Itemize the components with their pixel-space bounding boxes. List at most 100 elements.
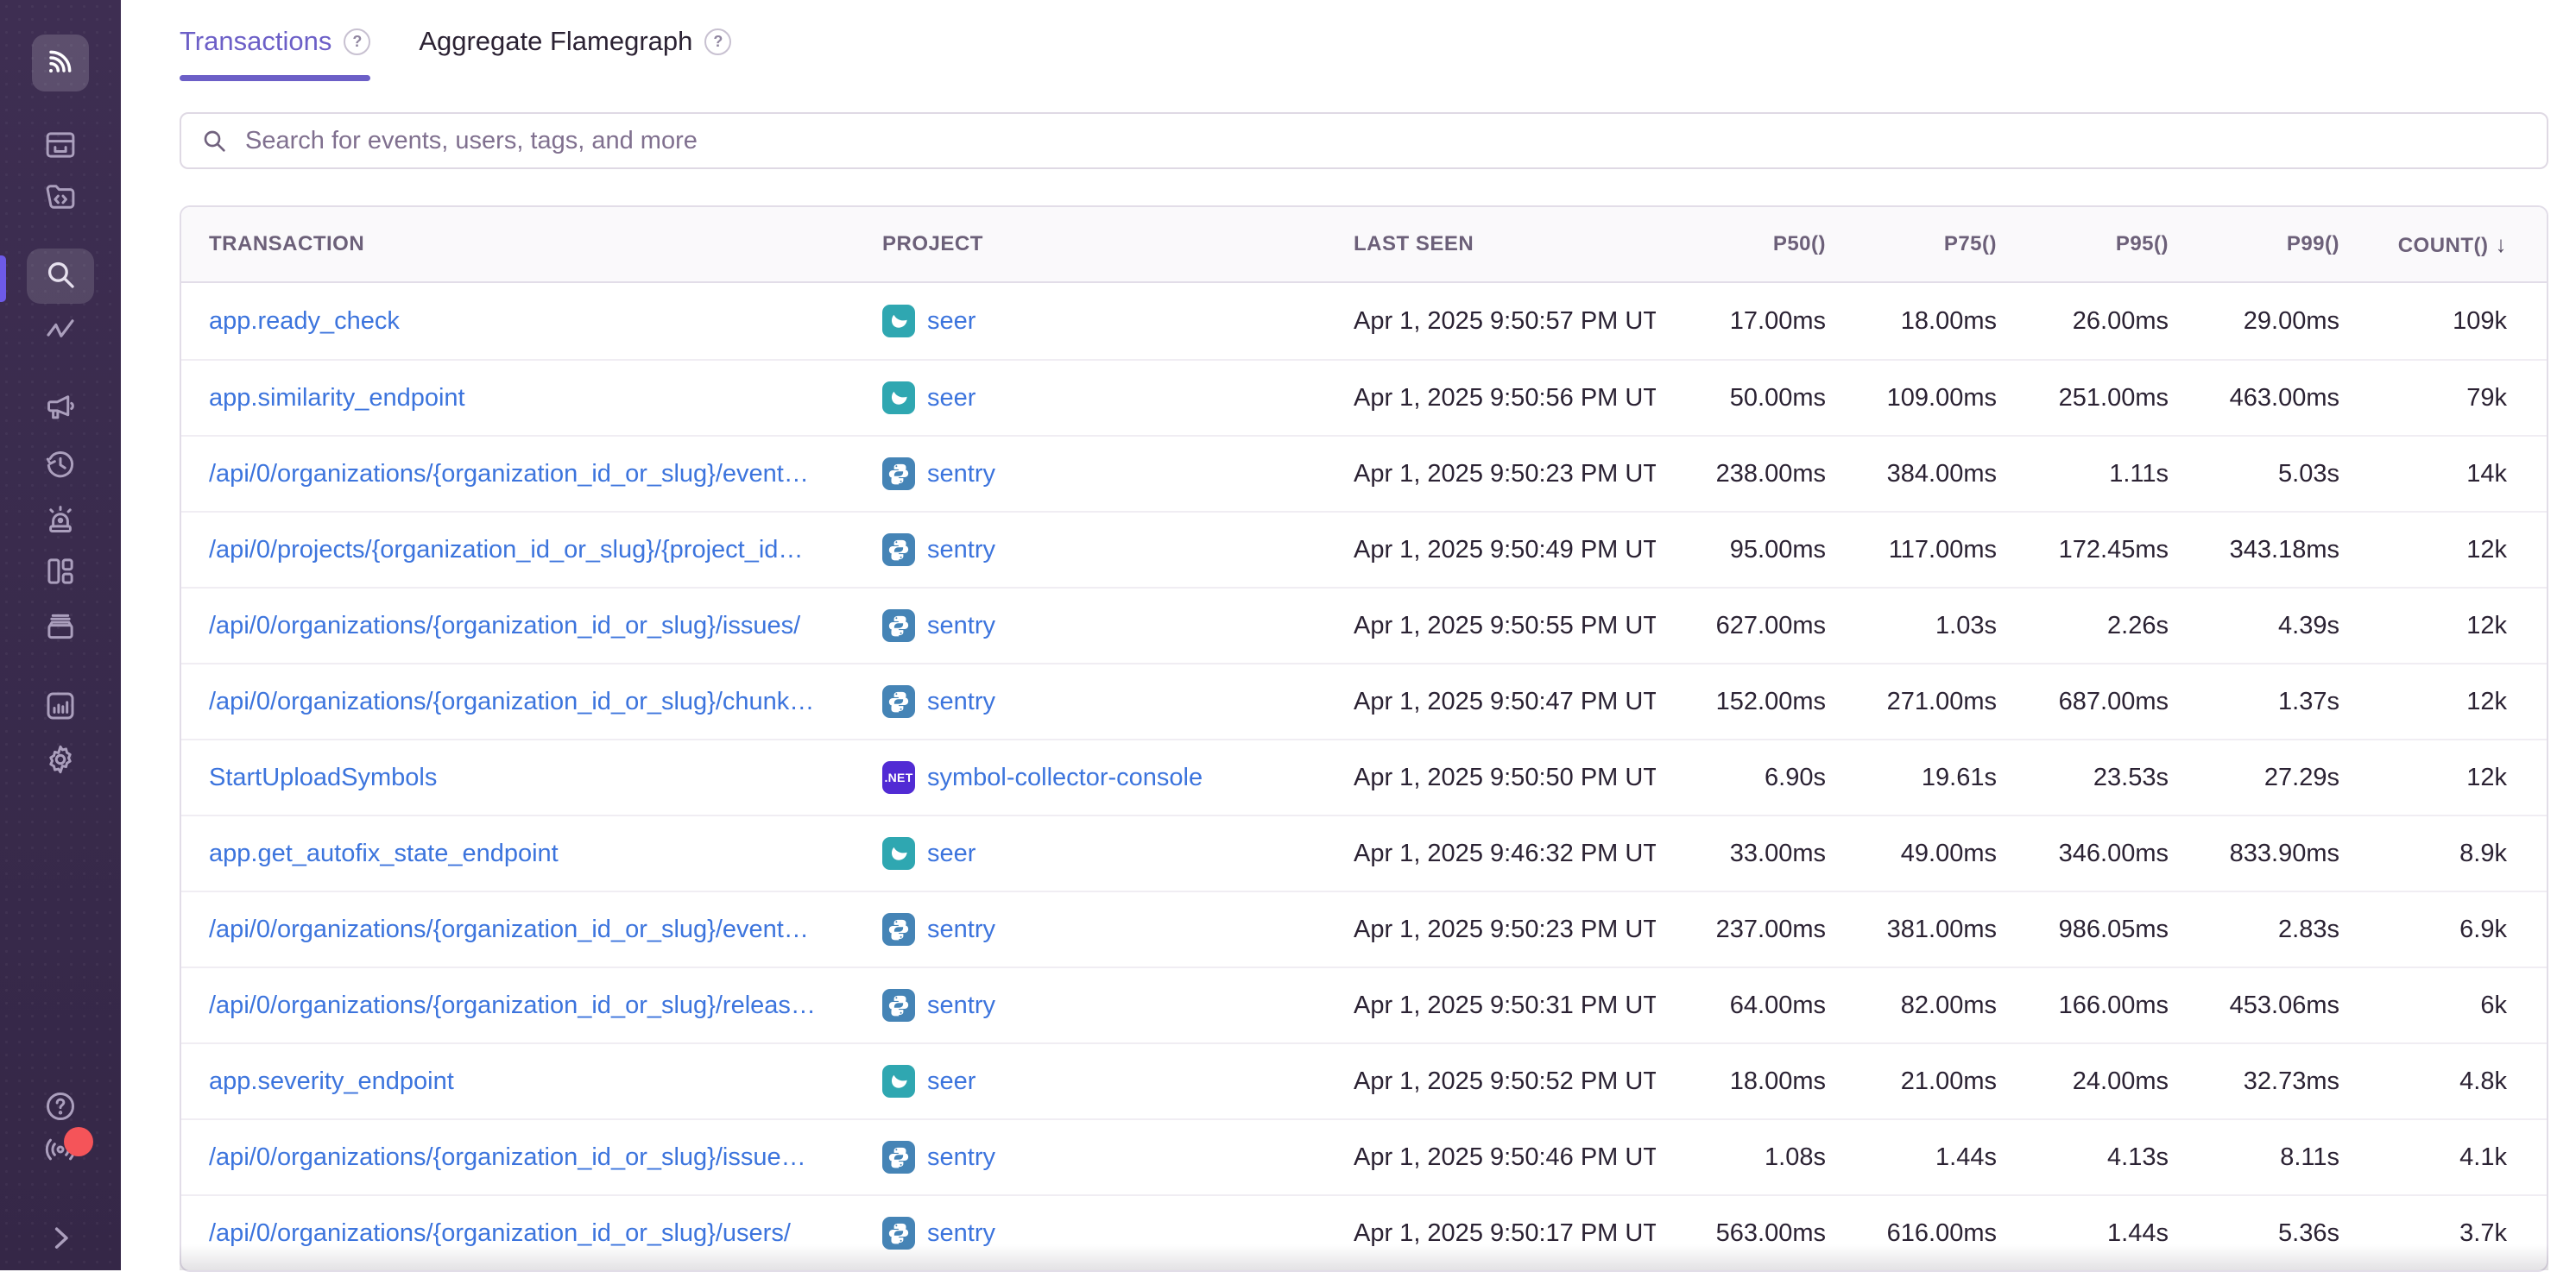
- column-header-last-seen[interactable]: Last Seen: [1354, 232, 1656, 256]
- transaction-link[interactable]: /api/0/projects/{organization_id_or_slug…: [209, 536, 803, 564]
- sidebar-item-projects[interactable]: [41, 179, 79, 217]
- sidebar-item-replays[interactable]: [41, 447, 79, 485]
- p50-cell: 238.00ms: [1656, 460, 1826, 488]
- sidebar-item-stats[interactable]: [41, 689, 79, 727]
- p95-cell: 1.11s: [1997, 460, 2169, 488]
- project-icon: [882, 305, 915, 337]
- tab-transactions-label: Transactions: [180, 26, 331, 57]
- table-row: /api/0/organizations/{organization_id_or…: [181, 663, 2547, 739]
- project-cell: seer: [882, 305, 1354, 337]
- column-header-p50[interactable]: P50(): [1656, 232, 1826, 256]
- folder-code-icon: [42, 179, 79, 219]
- tab-transactions-help-icon[interactable]: ?: [344, 28, 370, 55]
- transaction-link[interactable]: /api/0/organizations/{organization_id_or…: [209, 612, 800, 639]
- transaction-link[interactable]: /api/0/organizations/{organization_id_or…: [209, 992, 816, 1019]
- project-icon: [882, 913, 915, 946]
- project-link[interactable]: seer: [927, 384, 975, 412]
- sidebar-item-help[interactable]: [41, 1089, 79, 1127]
- transaction-link[interactable]: /api/0/organizations/{organization_id_or…: [209, 688, 814, 715]
- transaction-cell: /api/0/organizations/{organization_id_or…: [181, 688, 882, 716]
- p75-cell: 21.00ms: [1826, 1067, 1997, 1096]
- project-link[interactable]: symbol-collector-console: [927, 764, 1203, 792]
- p95-cell: 26.00ms: [1997, 307, 2169, 336]
- transaction-link[interactable]: app.severity_endpoint: [209, 1067, 454, 1095]
- column-header-p99[interactable]: P99(): [2169, 232, 2339, 256]
- project-link[interactable]: sentry: [927, 1219, 995, 1248]
- sidebar-item-feedback[interactable]: [41, 390, 79, 428]
- tab-aggregate-flamegraph[interactable]: Aggregate Flamegraph ?: [419, 26, 731, 81]
- transaction-cell: app.ready_check: [181, 307, 882, 336]
- sidebar-item-alerts[interactable]: [41, 502, 79, 540]
- sidebar-item-releases[interactable]: [41, 609, 79, 647]
- transaction-link[interactable]: app.ready_check: [209, 307, 400, 335]
- column-header-project[interactable]: Project: [882, 232, 1354, 256]
- project-link[interactable]: sentry: [927, 612, 995, 640]
- project-cell: sentry: [882, 609, 1354, 642]
- column-header-transaction[interactable]: Transaction: [181, 232, 882, 256]
- last-seen-cell: Apr 1, 2025 9:50:57 PM UTC: [1354, 307, 1656, 336]
- project-icon: [882, 1065, 915, 1098]
- project-cell: sentry: [882, 685, 1354, 718]
- project-link[interactable]: sentry: [927, 916, 995, 944]
- project-link[interactable]: sentry: [927, 536, 995, 564]
- transactions-table: Transaction Project Last Seen P50() P75(…: [180, 205, 2548, 1272]
- sidebar-item-issues[interactable]: [41, 128, 79, 166]
- transaction-link[interactable]: /api/0/organizations/{organization_id_or…: [209, 1143, 806, 1171]
- transaction-link[interactable]: app.get_autofix_state_endpoint: [209, 840, 559, 867]
- p75-cell: 1.44s: [1826, 1143, 1997, 1172]
- project-link[interactable]: seer: [927, 307, 975, 336]
- last-seen-cell: Apr 1, 2025 9:50:50 PM UTC: [1354, 764, 1656, 792]
- tab-aggregate-flamegraph-help-icon[interactable]: ?: [704, 28, 731, 55]
- project-link[interactable]: seer: [927, 840, 975, 868]
- project-link[interactable]: sentry: [927, 460, 995, 488]
- count-cell: 6.9k: [2339, 916, 2548, 944]
- count-cell: 12k: [2339, 612, 2548, 640]
- tab-aggregate-flamegraph-label: Aggregate Flamegraph: [419, 26, 692, 57]
- count-cell: 8.9k: [2339, 840, 2548, 868]
- p75-cell: 1.03s: [1826, 612, 1997, 640]
- sidebar-item-dashboards[interactable]: [41, 554, 79, 592]
- clock-history-icon: [42, 446, 79, 487]
- project-link[interactable]: sentry: [927, 992, 995, 1020]
- project-link[interactable]: sentry: [927, 1143, 995, 1172]
- project-cell: seer: [882, 381, 1354, 414]
- transaction-link[interactable]: /api/0/organizations/{organization_id_or…: [209, 916, 809, 943]
- zigzag-trace-icon: [42, 312, 79, 352]
- last-seen-cell: Apr 1, 2025 9:50:23 PM UTC: [1354, 460, 1656, 488]
- transaction-link[interactable]: /api/0/organizations/{organization_id_or…: [209, 460, 809, 488]
- search-input[interactable]: [180, 112, 2548, 169]
- project-icon: [882, 685, 915, 718]
- last-seen-cell: Apr 1, 2025 9:50:49 PM UTC: [1354, 536, 1656, 564]
- project-cell: sentry: [882, 989, 1354, 1022]
- column-header-p75[interactable]: P75(): [1826, 232, 1997, 256]
- last-seen-cell: Apr 1, 2025 9:50:47 PM UTC: [1354, 688, 1656, 716]
- p99-cell: 8.11s: [2169, 1143, 2339, 1172]
- column-header-count[interactable]: Count()↓: [2339, 231, 2548, 258]
- gear-icon: [42, 741, 79, 782]
- transaction-link[interactable]: app.similarity_endpoint: [209, 384, 465, 412]
- last-seen-cell: Apr 1, 2025 9:50:46 PM UTC: [1354, 1143, 1656, 1172]
- count-cell: 79k: [2339, 384, 2548, 412]
- p95-cell: 24.00ms: [1997, 1067, 2169, 1096]
- table-row: /api/0/organizations/{organization_id_or…: [181, 587, 2547, 663]
- p99-cell: 343.18ms: [2169, 536, 2339, 564]
- tab-transactions[interactable]: Transactions ?: [180, 26, 370, 81]
- transaction-link[interactable]: /api/0/organizations/{organization_id_or…: [209, 1219, 791, 1247]
- sidebar-item-settings[interactable]: [41, 742, 79, 780]
- issues-inbox-icon: [42, 127, 79, 167]
- table-row: app.severity_endpoint seer Apr 1, 2025 9…: [181, 1042, 2547, 1118]
- sidebar-item-explore[interactable]: [41, 257, 79, 295]
- p95-cell: 4.13s: [1997, 1143, 2169, 1172]
- sidebar-item-traces[interactable]: [41, 312, 79, 350]
- column-header-p95[interactable]: P95(): [1997, 232, 2169, 256]
- p50-cell: 6.90s: [1656, 764, 1826, 792]
- sidebar-collapse-button[interactable]: [41, 1218, 79, 1256]
- archive-box-icon: [42, 608, 79, 649]
- transaction-cell: StartUploadSymbols: [181, 764, 882, 792]
- table-row: /api/0/organizations/{organization_id_or…: [181, 891, 2547, 967]
- project-link[interactable]: sentry: [927, 688, 995, 716]
- project-link[interactable]: seer: [927, 1067, 975, 1096]
- transaction-link[interactable]: StartUploadSymbols: [209, 764, 437, 791]
- sentry-logo-button[interactable]: [32, 35, 89, 91]
- last-seen-cell: Apr 1, 2025 9:50:52 PM UTC: [1354, 1067, 1656, 1096]
